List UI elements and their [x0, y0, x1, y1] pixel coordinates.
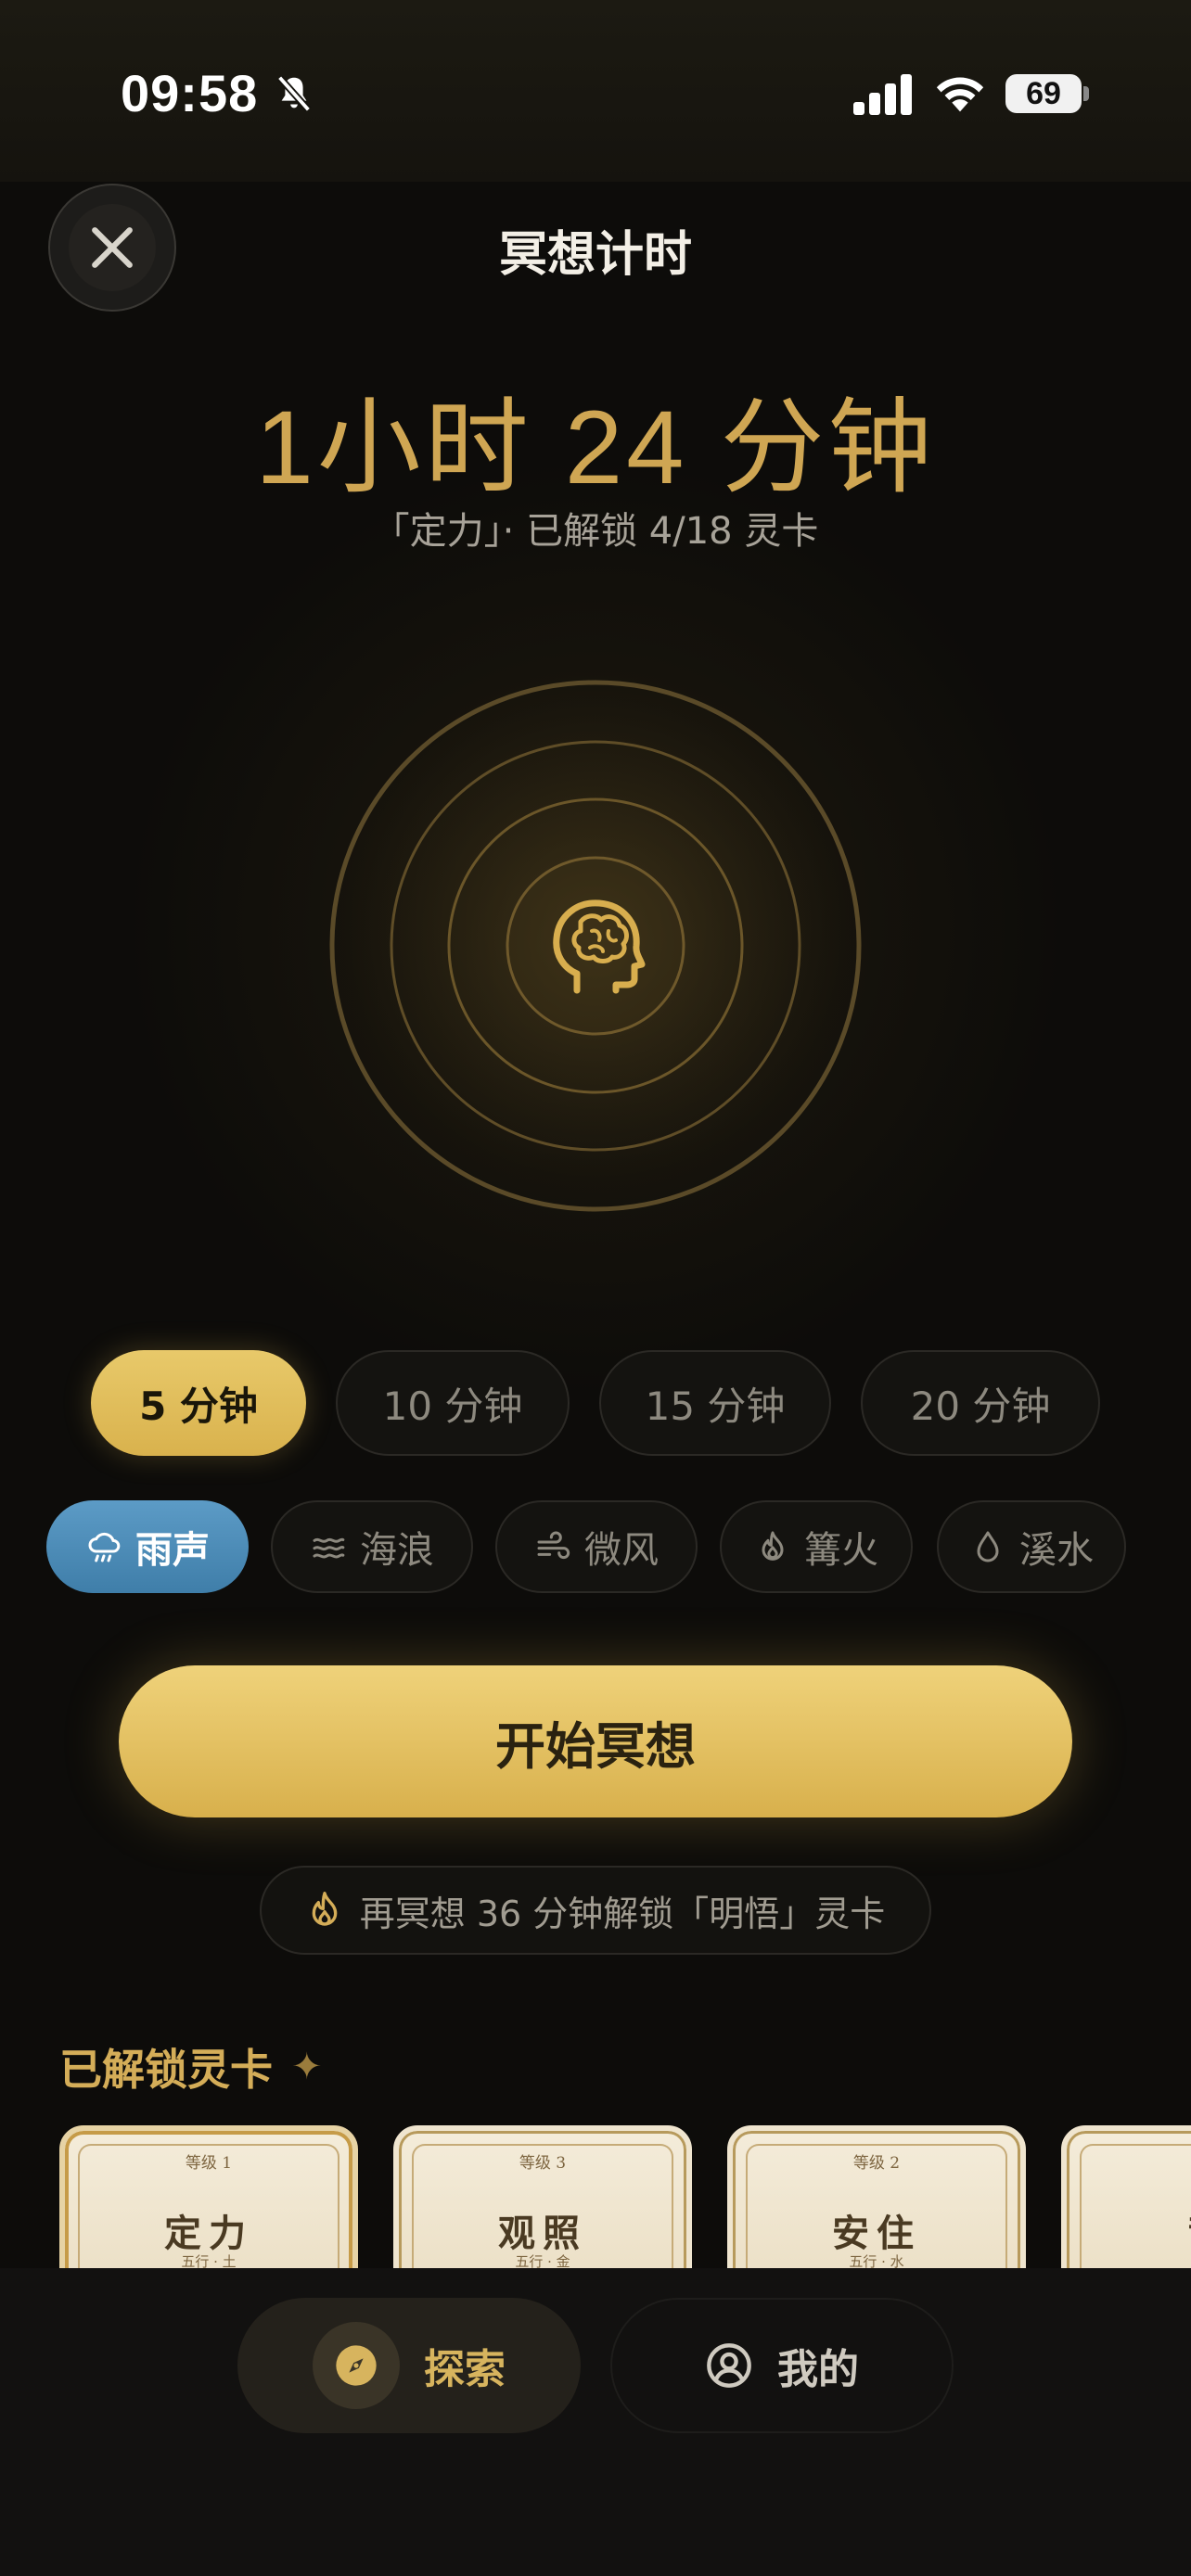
sound-chip-stream[interactable]: 溪水: [937, 1500, 1126, 1593]
unlock-progress: 「定力」· 已解锁 4/18 灵卡: [372, 510, 819, 553]
wind-icon: [537, 1531, 570, 1560]
signal-icon: [853, 74, 912, 115]
compass-icon: [336, 2345, 377, 2386]
tab-explore-label: 探索: [424, 2346, 506, 2393]
spirit-card[interactable]: 等级 1 定力 五行 · 土: [59, 2125, 358, 2270]
sound-chip-rain[interactable]: 雨声: [46, 1500, 249, 1593]
tab-profile[interactable]: 我的: [610, 2298, 954, 2433]
spirit-card[interactable]: 等级 3 观照 五行 · 金: [393, 2125, 692, 2270]
battery-cap: [1083, 86, 1089, 101]
spirit-card[interactable]: 龍: [1061, 2125, 1191, 2270]
sound-label-wind: 微风: [584, 1529, 659, 1572]
unlocked-cards-title: 已解锁灵卡: [59, 2045, 273, 2095]
unlocked-cards-row: 等级 1 定力 五行 · 土 等级 3 观照 五行 · 金 等级 2 安住 五行…: [0, 2125, 1191, 2270]
start-meditation-button[interactable]: 开始冥想: [119, 1665, 1072, 1817]
sound-selector: 雨声 海浪 微风 篝火 溪水: [0, 1500, 1191, 1593]
unlock-hint-text: 再冥想 36 分钟解锁「明悟」灵卡: [359, 1893, 886, 1934]
card-name: 观照: [498, 2212, 587, 2255]
card-rank: 等级 1: [185, 2154, 233, 2173]
unlock-hint: 再冥想 36 分钟解锁「明悟」灵卡: [260, 1866, 931, 1955]
sound-label-rain: 雨声: [135, 1529, 210, 1572]
card-name: 定力: [164, 2212, 253, 2255]
status-time: 09:58: [121, 64, 259, 122]
tab-bar: [0, 2268, 1191, 2576]
card-name: 龍: [1067, 2203, 1191, 2257]
sound-chip-fire[interactable]: 篝火: [720, 1500, 913, 1593]
droplet-icon: [977, 1531, 999, 1562]
spirit-card[interactable]: 等级 2 安住 五行 · 水: [727, 2125, 1026, 2270]
tab-profile-label: 我的: [777, 2346, 859, 2393]
battery-indicator: 69: [1005, 74, 1082, 113]
fire-icon: [762, 1531, 784, 1561]
duration-chip-10[interactable]: 10 分钟: [336, 1350, 570, 1456]
sound-label-waves: 海浪: [360, 1529, 434, 1572]
card-rank: 等级 2: [852, 2154, 901, 2173]
unlocked-cards-header: 已解锁灵卡 ✦: [59, 2036, 323, 2098]
meditation-rings: [329, 680, 862, 1212]
duration-selector: 5 分钟 10 分钟 15 分钟 20 分钟: [0, 1350, 1191, 1460]
card-rank: 等级 3: [519, 2154, 567, 2173]
tab-explore[interactable]: 探索: [237, 2298, 581, 2433]
card-element: 五行 · 金: [515, 2253, 570, 2270]
sound-label-stream: 溪水: [1019, 1529, 1094, 1572]
bell-muted-icon: [276, 75, 312, 112]
card-element: 五行 · 土: [181, 2253, 237, 2270]
rain-icon: [88, 1532, 121, 1562]
profile-icon: [707, 2343, 751, 2388]
card-element: 五行 · 水: [849, 2253, 904, 2270]
page-title: 冥想计时: [498, 227, 692, 283]
tab-explore-icon-bg: [313, 2322, 400, 2409]
sparkle-icon: ✦: [291, 2046, 323, 2088]
wifi-icon: [936, 77, 984, 112]
duration-chip-15[interactable]: 15 分钟: [599, 1350, 831, 1456]
sound-chip-waves[interactable]: 海浪: [271, 1500, 473, 1593]
total-meditation-time: 1小时 24 分钟: [255, 389, 936, 505]
sound-label-fire: 篝火: [804, 1529, 878, 1572]
waves-icon: [313, 1537, 345, 1559]
duration-chip-5[interactable]: 5 分钟: [91, 1350, 306, 1456]
flame-icon: [312, 1891, 338, 1926]
sound-chip-wind[interactable]: 微风: [495, 1500, 698, 1593]
duration-chip-20[interactable]: 20 分钟: [861, 1350, 1100, 1456]
card-name: 安住: [832, 2212, 921, 2255]
